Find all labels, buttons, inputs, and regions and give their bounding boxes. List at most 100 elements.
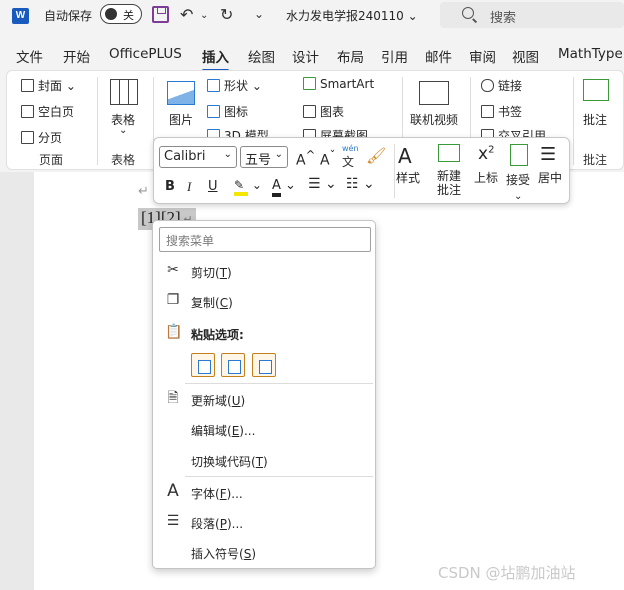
format-painter-icon[interactable]: 🖌 bbox=[366, 146, 386, 165]
phonetic-guide-icon[interactable]: wén 文 bbox=[342, 144, 359, 170]
title-bar: W 自动保存 关 ↶ ⌄ ↻ ⌄ 水力发电学报240110 ⌄ 搜索 bbox=[0, 0, 624, 32]
bold-button[interactable]: B bbox=[165, 179, 175, 194]
icons-button[interactable]: 图标 bbox=[207, 103, 248, 120]
center-align-icon: ☰ bbox=[540, 144, 557, 165]
context-menu: 搜索菜单 ✂ 剪切(T) ❐ 复制(C) 📋 粘贴选项: 🗎 更新域(U) 编辑… bbox=[152, 220, 376, 569]
numbering-icon[interactable]: ☷ ⌄ bbox=[346, 176, 375, 192]
toolbar-separator bbox=[394, 144, 395, 198]
copy-icon: ❐ bbox=[166, 292, 180, 308]
menu-item-label: 编辑域(E)... bbox=[191, 424, 256, 438]
grow-font-icon[interactable]: A^ bbox=[296, 148, 315, 169]
menu-item-cut[interactable]: ✂ 剪切(T) bbox=[153, 258, 375, 284]
table-group-label: 表格 bbox=[111, 153, 136, 167]
bookmark-button[interactable]: 书签 bbox=[481, 103, 522, 120]
menu-item-label: 字体(F)... bbox=[191, 487, 243, 501]
font-size-select[interactable]: 五号 ⌄ bbox=[240, 146, 288, 168]
word-logo-icon: W bbox=[12, 8, 29, 24]
link-button[interactable]: 链接 bbox=[481, 77, 522, 94]
search-box[interactable]: 搜索 bbox=[440, 2, 624, 28]
scissors-icon: ✂ bbox=[167, 262, 179, 278]
menu-item-label: 段落(P)... bbox=[191, 517, 244, 531]
paragraph-mark: ↵ bbox=[138, 184, 149, 199]
tab-references[interactable]: 引用 bbox=[381, 46, 408, 66]
menu-item-copy[interactable]: ❐ 复制(C) bbox=[153, 288, 375, 314]
picture-button[interactable]: 图片 bbox=[169, 111, 193, 128]
font-color-button[interactable]: A ⌄ bbox=[272, 178, 296, 197]
smartart-button[interactable]: SmartArt bbox=[303, 77, 374, 91]
table-icon bbox=[110, 79, 138, 105]
blank-page-icon bbox=[21, 105, 34, 118]
tab-view[interactable]: 视图 bbox=[512, 46, 539, 66]
menu-item-label: 剪切(T) bbox=[191, 266, 232, 280]
smartart-icon bbox=[303, 77, 316, 90]
redo-icon[interactable]: ↻ bbox=[220, 5, 233, 24]
superscript-button[interactable]: 上标 bbox=[474, 169, 498, 186]
center-button[interactable]: 居中 bbox=[538, 169, 562, 186]
undo-dropdown-icon[interactable]: ⌄ bbox=[200, 10, 208, 21]
table-dropdown-icon[interactable]: ⌄ bbox=[119, 125, 127, 136]
link-icon bbox=[481, 79, 494, 92]
cover-page-button[interactable]: 封面 ⌄ bbox=[21, 77, 76, 94]
customize-toolbar-icon[interactable]: ⌄ bbox=[254, 7, 264, 21]
tab-mathtype[interactable]: MathType bbox=[558, 46, 623, 62]
highlight-color-button[interactable]: ✎ ⌄ bbox=[234, 178, 262, 196]
menu-item-font[interactable]: A 字体(F)... bbox=[153, 479, 375, 505]
comments-group-label: 批注 bbox=[583, 153, 608, 167]
menu-item-insert-symbol[interactable]: 插入符号(S) bbox=[153, 539, 375, 565]
tab-layout[interactable]: 布局 bbox=[337, 46, 364, 66]
search-icon bbox=[462, 7, 474, 19]
underline-button[interactable]: U bbox=[208, 179, 218, 194]
paste-keep-source-icon[interactable] bbox=[191, 353, 215, 377]
tab-home[interactable]: 开始 bbox=[63, 46, 90, 66]
tab-review[interactable]: 审阅 bbox=[469, 46, 496, 66]
ribbon-tabs: 文件 开始 OfficePLUS 插入 绘图 设计 布局 引用 邮件 审阅 视图… bbox=[0, 40, 624, 72]
ribbon-separator bbox=[573, 77, 574, 165]
autosave-state: 关 bbox=[123, 9, 134, 22]
blank-page-button[interactable]: 空白页 bbox=[21, 103, 74, 120]
bullets-icon[interactable]: ☰ ⌄ bbox=[308, 176, 337, 192]
chart-button[interactable]: 图表 bbox=[303, 103, 344, 120]
online-video-button[interactable]: 联机视频 bbox=[410, 111, 458, 128]
menu-item-paragraph[interactable]: ☰ 段落(P)... bbox=[153, 509, 375, 535]
accept-change-icon bbox=[510, 144, 528, 166]
tab-file[interactable]: 文件 bbox=[16, 46, 43, 66]
shapes-button[interactable]: 形状 ⌄ bbox=[207, 77, 262, 94]
page-break-icon bbox=[21, 131, 34, 144]
shrink-font-icon[interactable]: Aˇ bbox=[320, 148, 335, 169]
document-title[interactable]: 水力发电学报240110 ⌄ bbox=[286, 7, 418, 24]
search-placeholder: 搜索 bbox=[490, 11, 517, 26]
menu-item-label: 更新域(U) bbox=[191, 394, 246, 408]
menu-search-input[interactable]: 搜索菜单 bbox=[159, 227, 371, 252]
mini-toolbar: Calibri ⌄ 五号 ⌄ A^ Aˇ wén 文 🖌 B I U ✎ ⌄ A ⌄ … bbox=[153, 137, 570, 204]
update-field-icon: 🗎 bbox=[167, 390, 179, 406]
tab-draw[interactable]: 绘图 bbox=[248, 46, 275, 66]
paragraph-icon: ☰ bbox=[166, 513, 180, 529]
save-icon[interactable] bbox=[152, 6, 169, 23]
tab-mailings[interactable]: 邮件 bbox=[425, 46, 452, 66]
styles-button[interactable]: 样式 bbox=[396, 169, 420, 186]
menu-item-toggle-field-codes[interactable]: 切换域代码(T) bbox=[153, 447, 375, 473]
page-break-button[interactable]: 分页 bbox=[21, 129, 62, 146]
autosave-toggle[interactable]: 关 bbox=[100, 4, 142, 24]
menu-item-update-field[interactable]: 🗎 更新域(U) bbox=[153, 386, 375, 412]
font-name-select[interactable]: Calibri ⌄ bbox=[159, 146, 237, 168]
tab-design[interactable]: 设计 bbox=[292, 46, 319, 66]
undo-icon[interactable]: ↶ bbox=[180, 5, 193, 24]
tab-officeplus[interactable]: OfficePLUS bbox=[109, 46, 182, 62]
accept-button[interactable]: 接受 ⌄ bbox=[506, 171, 530, 202]
paste-picture-icon[interactable] bbox=[252, 353, 276, 377]
menu-item-edit-field[interactable]: 编辑域(E)... bbox=[153, 416, 375, 442]
menu-item-label: 插入符号(S) bbox=[191, 547, 257, 561]
picture-icon bbox=[167, 81, 195, 105]
online-video-icon bbox=[419, 81, 449, 105]
new-comment-button[interactable]: 新建 批注 bbox=[437, 169, 461, 197]
paste-merge-format-icon[interactable] bbox=[221, 353, 245, 377]
styles-icon: A bbox=[398, 144, 412, 168]
ribbon-separator bbox=[97, 77, 98, 165]
watermark: CSDN @坫鹏加油站 bbox=[438, 564, 576, 582]
comment-button[interactable]: 批注 bbox=[583, 111, 607, 128]
menu-item-label: 切换域代码(T) bbox=[191, 455, 268, 469]
italic-button[interactable]: I bbox=[187, 179, 191, 195]
shapes-icon bbox=[207, 79, 220, 92]
tab-insert[interactable]: 插入 bbox=[202, 46, 229, 72]
